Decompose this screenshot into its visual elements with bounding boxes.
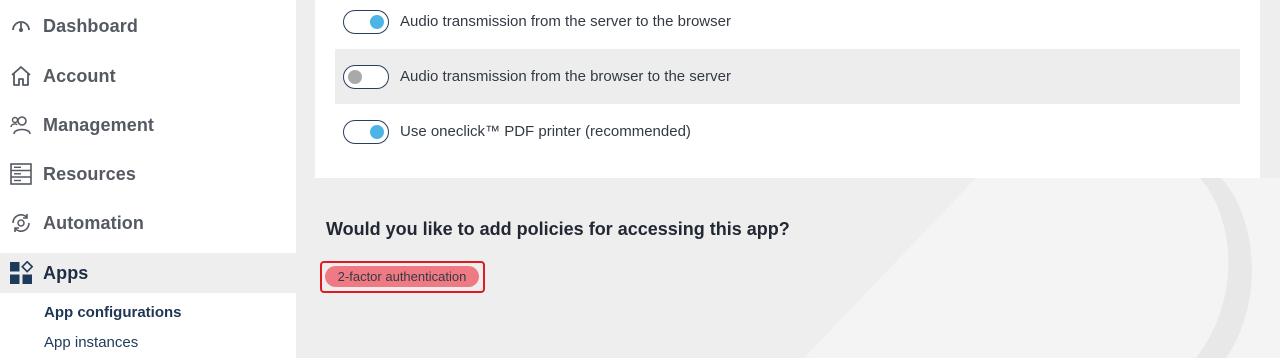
server-icon — [9, 162, 33, 186]
toggle-audio-browser-to-server[interactable] — [343, 64, 389, 89]
sidebar-item-management[interactable]: Management — [0, 105, 296, 145]
gear-cycle-icon — [9, 211, 33, 235]
sidebar-item-label: Account — [43, 65, 116, 86]
main-content: Audio transmission from the server to th… — [296, 0, 1280, 358]
sidebar-subitem-app-configurations[interactable]: App configurations — [44, 304, 182, 321]
policy-highlight-frame: 2-factor authentication — [320, 261, 485, 293]
apps-icon — [9, 261, 33, 285]
sidebar-item-dashboard[interactable]: Dashboard — [0, 6, 296, 46]
sidebar-item-automation[interactable]: Automation — [0, 203, 296, 243]
setting-label: Audio transmission from the server to th… — [400, 13, 731, 30]
toggle-pdf-printer[interactable] — [343, 119, 389, 144]
sidebar-subitem-app-instances[interactable]: App instances — [44, 334, 138, 351]
sidebar-item-account[interactable]: Account — [0, 56, 296, 96]
home-icon — [9, 64, 33, 88]
setting-row-pdf-printer: Use oneclick™ PDF printer (recommended) — [335, 104, 1240, 159]
sidebar-item-label: Resources — [43, 163, 136, 184]
setting-label: Audio transmission from the browser to t… — [400, 68, 731, 85]
sidebar-item-apps[interactable]: Apps — [0, 253, 296, 293]
sidebar-item-label: Dashboard — [43, 15, 138, 36]
setting-label: Use oneclick™ PDF printer (recommended) — [400, 123, 691, 140]
toggle-knob — [348, 69, 362, 84]
sidebar: Dashboard Account Management Resources A… — [0, 0, 296, 358]
toggle-audio-server-to-browser[interactable] — [343, 9, 389, 34]
gauge-icon — [9, 14, 33, 38]
policies-question: Would you like to add policies for acces… — [326, 219, 790, 239]
sidebar-item-resources[interactable]: Resources — [0, 154, 296, 194]
setting-row-audio-server-to-browser: Audio transmission from the server to th… — [335, 0, 1240, 49]
toggle-knob — [370, 124, 384, 139]
settings-card: Audio transmission from the server to th… — [315, 0, 1260, 178]
sidebar-item-label: Automation — [43, 212, 144, 233]
sidebar-item-label: Apps — [43, 262, 89, 283]
setting-row-audio-browser-to-server: Audio transmission from the browser to t… — [335, 49, 1240, 104]
policy-chip-2fa[interactable]: 2-factor authentication — [325, 266, 479, 287]
sidebar-item-label: Management — [43, 114, 155, 135]
users-icon — [9, 113, 33, 137]
toggle-knob — [370, 14, 384, 29]
